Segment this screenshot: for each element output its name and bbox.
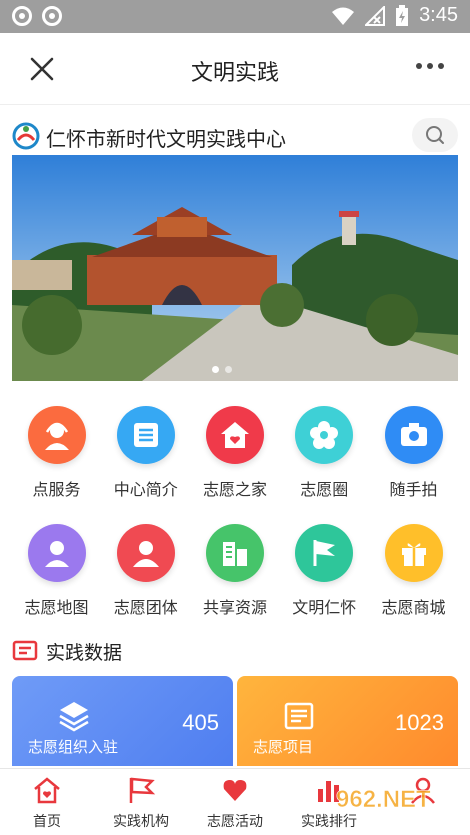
data-panel-icon [12,640,38,661]
stat-card-projects[interactable]: 志愿项目 1023 [237,676,458,766]
tab-activities[interactable]: 志愿活动 [188,769,282,835]
feature-label: 点服务 [32,480,81,499]
svg-text:乐游网: 乐游网 [406,813,448,829]
tab-home[interactable]: 首页 [0,769,94,835]
headset-user-icon [27,406,86,464]
page-title: 文明实践 [190,61,279,86]
buildings-icon [206,524,264,582]
carousel-indicator [212,366,232,373]
feature-label: 随手拍 [389,480,438,499]
stat-label: 志愿项目 [253,738,314,756]
svg-text:962.NET: 962.NET [336,786,431,813]
stats-section-header: 实践数据 [12,636,122,666]
feature-label: 中心简介 [113,480,178,499]
section-title: 实践数据 [46,641,123,664]
battery-charging-icon [396,4,409,26]
feature-civilized-renhuai[interactable]: 文明仁怀 [280,518,369,636]
search-icon [426,126,444,144]
search-button[interactable] [412,118,458,152]
flower-icon [295,406,354,464]
status-bar: 3:45 [0,0,470,33]
heart-house-icon [206,406,264,464]
stat-label: 志愿组织入驻 [28,738,119,756]
feature-volunteer-mall[interactable]: 志愿商城 [369,518,458,636]
feature-dian-fuwu[interactable]: 点服务 [12,400,101,518]
tab-label: 首页 [33,814,61,830]
feature-volunteer-group[interactable]: 志愿团体 [101,518,190,636]
feature-snapshot[interactable]: 随手拍 [369,400,458,518]
site-watermark: 962.NET 乐游网 [336,786,448,829]
stat-value: 1023 [395,710,444,735]
feature-label: 志愿地图 [24,598,89,617]
feature-label: 志愿团体 [113,598,178,617]
no-signal-icon [365,5,386,26]
document-icon [284,702,314,730]
more-options-icon[interactable] [416,63,444,69]
stat-value: 405 [182,710,219,735]
banner-carousel[interactable] [12,155,458,381]
stats-cards: 志愿组织入驻 405 志愿项目 1023 [12,676,458,766]
map-user-icon [27,524,86,582]
app-notification-icon [42,6,62,26]
feature-volunteer-map[interactable]: 志愿地图 [12,518,101,636]
camera-icon [384,406,443,464]
tab-institutions[interactable]: 实践机构 [94,769,188,835]
wifi-icon [332,7,355,25]
feature-volunteer-circle[interactable]: 志愿圈 [280,400,369,518]
feature-label: 志愿商城 [381,598,446,617]
carousel-dot[interactable] [225,366,232,373]
tab-label: 志愿活动 [207,814,263,830]
app-bar: 文明实践 [0,33,470,105]
feature-shared-resources[interactable]: 共享资源 [191,518,280,636]
carousel-dot[interactable] [212,366,219,373]
feature-label: 共享资源 [202,598,267,617]
group-icon [116,524,175,582]
civilization-logo-icon [12,122,40,150]
stat-card-organizations[interactable]: 志愿组织入驻 405 [12,676,233,766]
feature-label: 志愿之家 [202,480,267,499]
banner-image [12,155,458,381]
feature-label: 文明仁怀 [292,598,357,617]
feature-label: 志愿圈 [300,480,349,499]
layers-icon [59,702,89,732]
tab-label: 实践机构 [113,814,169,830]
flag-org-icon [129,777,156,803]
flag-icon [295,524,354,582]
site-name: 仁怀市新时代文明实践中心 [46,127,286,151]
feature-center-intro[interactable]: 中心简介 [101,400,190,518]
feature-row: 志愿地图 志愿团体 共享资源 文明仁怀 志愿商城 [12,518,458,636]
home-icon [34,777,60,804]
heart-hands-icon [223,780,247,801]
feature-volunteer-home[interactable]: 志愿之家 [191,400,280,518]
list-document-icon [116,406,175,464]
feature-grid: 点服务 中心简介 志愿之家 志愿圈 随手拍 志愿地图 志愿团体 共享资源 文明仁… [12,400,458,636]
app-notification-icon [12,6,32,26]
feature-row: 点服务 中心简介 志愿之家 志愿圈 随手拍 [12,400,458,518]
gift-icon [384,524,443,582]
status-time: 3:45 [419,4,458,26]
site-header: 仁怀市新时代文明实践中心 [12,118,458,154]
